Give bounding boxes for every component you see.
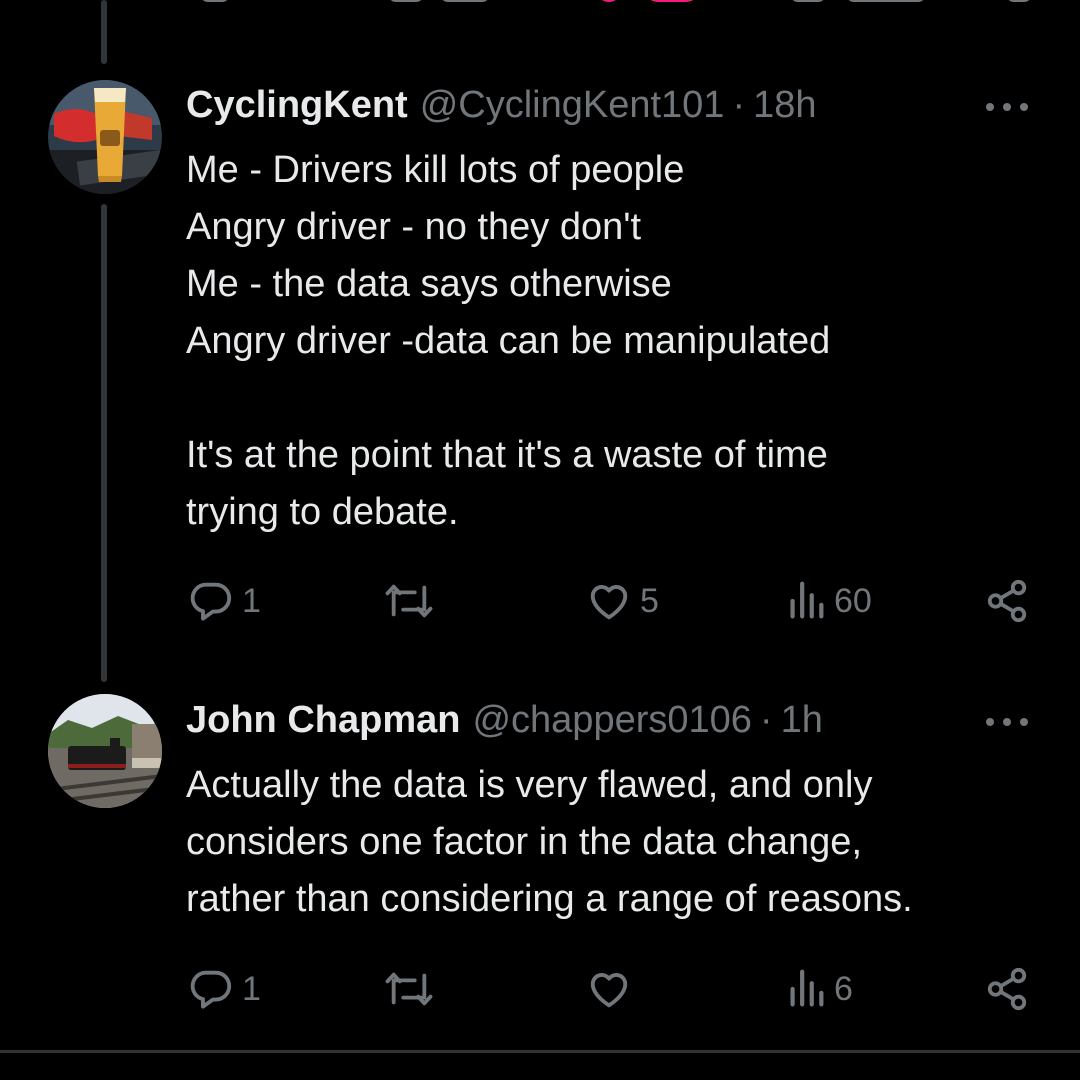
avatar[interactable] — [48, 80, 162, 194]
reply-count: 1 — [242, 581, 261, 620]
like-button[interactable] — [586, 966, 640, 1012]
tweet-divider — [0, 1050, 1080, 1053]
more-dot — [986, 718, 994, 726]
reply-button[interactable]: 1 — [188, 966, 261, 1012]
tweet-header: John Chapman @chappers0106 · 1h — [186, 699, 823, 742]
avatar-train-photo — [48, 694, 162, 808]
more-dot — [986, 103, 994, 111]
previous-retweet-count — [440, 0, 490, 2]
views-button[interactable]: 60 — [786, 578, 872, 624]
more-dot — [1003, 103, 1011, 111]
heart-icon — [590, 585, 628, 620]
user-handle[interactable]: @CyclingKent101 — [420, 84, 725, 127]
timestamp[interactable]: 1h — [781, 699, 823, 742]
separator-dot: · — [732, 84, 746, 126]
previous-tweet-actions — [0, 0, 1080, 8]
retweet-button[interactable] — [384, 966, 442, 1012]
share-button[interactable] — [984, 578, 1030, 624]
thread-line-middle — [101, 204, 107, 682]
like-button[interactable]: 5 — [586, 578, 659, 624]
views-icon — [790, 581, 824, 619]
share-icon — [987, 967, 1027, 1011]
retweet-button[interactable] — [384, 578, 442, 624]
previous-share-icon[interactable] — [1006, 0, 1032, 2]
thread-line-top — [101, 0, 107, 64]
more-dot — [1020, 103, 1028, 111]
more-icon[interactable] — [986, 100, 1028, 114]
avatar[interactable] — [48, 694, 162, 808]
previous-reply-icon[interactable] — [200, 0, 230, 2]
tweet-text: Me - Drivers kill lots of people Angry d… — [186, 149, 831, 533]
heart-icon — [590, 973, 628, 1008]
retweet-icon — [385, 584, 433, 618]
more-icon[interactable] — [986, 715, 1028, 729]
views-button[interactable]: 6 — [786, 966, 853, 1012]
like-count: 5 — [640, 581, 659, 620]
reply-button[interactable]: 1 — [188, 578, 261, 624]
user-handle[interactable]: @chappers0106 — [472, 699, 751, 742]
previous-views-count — [846, 0, 926, 2]
previous-retweet-icon[interactable] — [388, 0, 424, 2]
reply-icon — [190, 582, 232, 621]
more-dot — [1003, 718, 1011, 726]
retweet-icon — [385, 972, 433, 1006]
tweet-actions: 1 6 — [186, 966, 1036, 1016]
share-button[interactable] — [984, 966, 1030, 1012]
thread-view: CyclingKent @CyclingKent101 · 18h Me - D… — [0, 0, 1080, 1080]
previous-heart-icon[interactable] — [596, 0, 622, 2]
reply-count: 1 — [242, 969, 261, 1008]
avatar-beer-photo — [48, 80, 162, 194]
views-icon — [790, 969, 824, 1007]
display-name[interactable]: John Chapman — [186, 699, 460, 742]
views-count: 60 — [834, 581, 872, 620]
tweet-actions: 1 5 60 — [186, 578, 1036, 628]
reply-icon — [190, 970, 232, 1009]
share-icon — [987, 579, 1027, 623]
display-name[interactable]: CyclingKent — [186, 84, 408, 127]
timestamp[interactable]: 18h — [753, 84, 816, 127]
separator-dot: · — [759, 699, 773, 741]
views-count: 6 — [834, 969, 853, 1008]
previous-like-count — [644, 0, 700, 2]
previous-views-icon[interactable] — [790, 0, 826, 2]
tweet-header: CyclingKent @CyclingKent101 · 18h — [186, 84, 817, 127]
tweet-text: Actually the data is very flawed, and on… — [186, 764, 913, 920]
more-dot — [1020, 718, 1028, 726]
